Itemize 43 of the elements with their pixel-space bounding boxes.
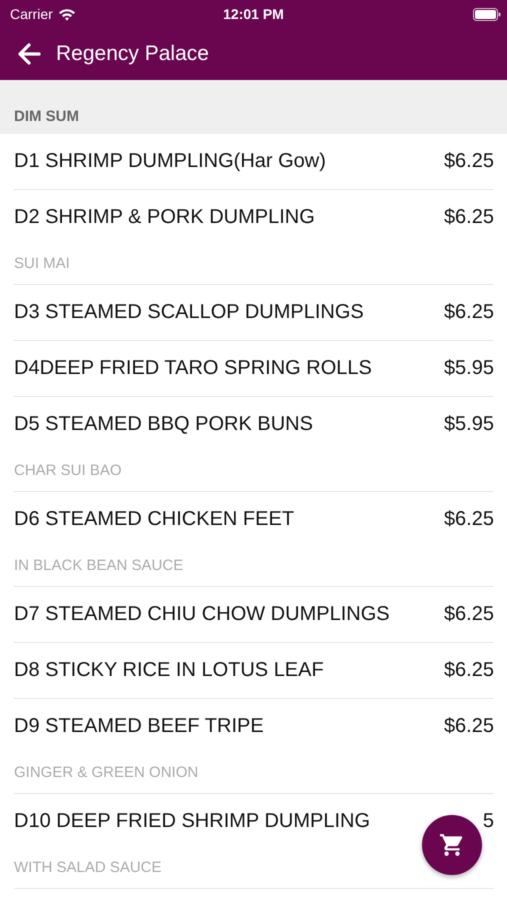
- menu-item[interactable]: D3 STEAMED SCALLOP DUMPLINGS $6.25: [14, 285, 494, 341]
- menu-item[interactable]: D1 SHRIMP DUMPLING(Har Gow) $6.25: [14, 134, 494, 190]
- item-price: $6.25: [444, 659, 494, 682]
- item-price: $6.25: [444, 301, 494, 324]
- menu-item[interactable]: D2 SHRIMP & PORK DUMPLING $6.25 SUI MAI: [14, 190, 494, 285]
- carrier-label: Carrier: [10, 6, 53, 22]
- menu-item[interactable]: D9 STEAMED BEEF TRIPE $6.25 GINGER & GREEN ONION: [14, 699, 494, 794]
- cart-icon: [439, 832, 465, 858]
- item-name: D1 SHRIMP DUMPLING(Har Gow): [14, 150, 326, 173]
- item-description: SUI MAI: [14, 255, 71, 272]
- item-description: IN BLACK BEAN SAUCE: [14, 557, 184, 574]
- item-name: D5 STEAMED BBQ PORK BUNS: [14, 413, 313, 436]
- menu-item[interactable]: D5 STEAMED BBQ PORK BUNS $5.95 CHAR SUI BAO: [14, 397, 494, 492]
- menu-item[interactable]: D4DEEP FRIED TARO SPRING ROLLS $5.95: [14, 341, 494, 397]
- item-description: CHAR SUI BAO: [14, 462, 123, 479]
- item-name: D2 SHRIMP & PORK DUMPLING: [14, 206, 315, 229]
- menu-item[interactable]: D6 STEAMED CHICKEN FEET $6.25 IN BLACK BEAN SAUCE: [14, 492, 494, 587]
- item-price: $6.25: [444, 508, 494, 531]
- item-name: D10 DEEP FRIED SHRIMP DUMPLING: [14, 810, 370, 833]
- wifi-icon: [58, 8, 76, 20]
- cart-button[interactable]: [422, 815, 482, 875]
- menu-item[interactable]: D7 STEAMED CHIU CHOW DUMPLINGS $6.25: [14, 587, 494, 643]
- section-title: DIM SUM: [14, 108, 79, 125]
- item-price: 5: [482, 810, 494, 833]
- item-description: WITH SALAD SAUCE: [14, 859, 163, 876]
- screen-title: Regency Palace: [56, 42, 209, 66]
- item-name: D8 STICKY RICE IN LOTUS LEAF: [14, 659, 324, 682]
- item-name: D4DEEP FRIED TARO SPRING ROLLS: [14, 357, 372, 380]
- item-price: $5.95: [444, 413, 494, 436]
- battery-icon: [473, 8, 501, 20]
- item-price: $5.95: [444, 357, 494, 380]
- item-name: D3 STEAMED SCALLOP DUMPLINGS: [14, 301, 364, 324]
- item-price: $6.25: [444, 715, 494, 738]
- item-description: GINGER & GREEN ONION: [14, 764, 200, 781]
- item-price: $6.25: [444, 603, 494, 626]
- item-price: $6.25: [444, 206, 494, 229]
- item-name: D9 STEAMED BEEF TRIPE: [14, 715, 264, 738]
- status-time: 12:01 PM: [223, 6, 284, 22]
- item-name: D7 STEAMED CHIU CHOW DUMPLINGS: [14, 603, 390, 626]
- item-price: $6.25: [444, 150, 494, 173]
- item-name: D6 STEAMED CHICKEN FEET: [14, 508, 294, 531]
- menu-item[interactable]: D8 STICKY RICE IN LOTUS LEAF $6.25: [14, 643, 494, 699]
- back-arrow-icon[interactable]: [17, 43, 41, 65]
